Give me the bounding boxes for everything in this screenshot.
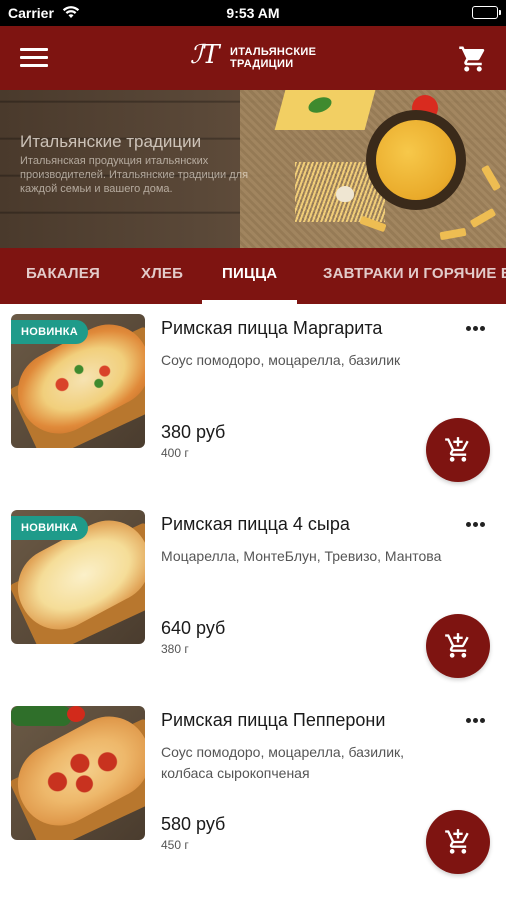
- new-badge: НОВИНКА: [11, 516, 89, 540]
- more-options-button[interactable]: [462, 516, 488, 538]
- clock: 9:53 AM: [226, 5, 280, 21]
- logo-text: ИТАЛЬЯНСКИЕ ТРАДИЦИИ: [230, 46, 316, 70]
- tab-grocery[interactable]: БАКАЛЕЯ: [26, 248, 100, 304]
- product-description: Соус помодоро, моцарелла, базилик: [161, 352, 401, 368]
- product-price: 640 руб: [161, 618, 226, 638]
- more-horizontal-icon: [465, 516, 486, 533]
- product-image[interactable]: [11, 706, 145, 840]
- product-list: НОВИНКА Римская пицца Маргарита Соус пом…: [0, 304, 506, 900]
- tab-pizza[interactable]: ПИЦЦА: [201, 248, 298, 304]
- app-header: ℐT ИТАЛЬЯНСКИЕ ТРАДИЦИИ: [0, 26, 506, 90]
- add-to-cart-button[interactable]: [426, 614, 490, 678]
- hero-banner[interactable]: Итальянские традиции Итальянская продукц…: [0, 90, 506, 248]
- hero-title: Итальянские традиции: [20, 132, 202, 151]
- cart-button[interactable]: [458, 44, 488, 74]
- menu-button[interactable]: [20, 48, 48, 70]
- product-name[interactable]: Римская пицца Пепперони: [161, 710, 451, 731]
- logo-mark: ℐT: [190, 40, 220, 70]
- logo-text-line1: ИТАЛЬЯНСКИЕ: [230, 46, 317, 58]
- product-card[interactable]: НОВИНКА Римская пицца 4 сыра Моцарелла, …: [0, 510, 506, 706]
- product-name[interactable]: Римская пицца Маргарита: [161, 318, 451, 339]
- garlic-image: [336, 186, 354, 202]
- more-options-button[interactable]: [462, 712, 488, 734]
- add-to-cart-icon: [445, 633, 469, 658]
- product-weight: 450 г: [161, 838, 189, 852]
- product-description: Соус помодоро, моцарелла, базилик, колба…: [161, 744, 405, 781]
- product-price: 580 руб: [161, 814, 226, 834]
- product-card[interactable]: Римская пицца Пепперони Соус помодоро, м…: [0, 706, 506, 900]
- category-tabs: БАКАЛЕЯ ХЛЕБ ПИЦЦА ЗАВТРАКИ И ГОРЯЧИЕ БЛ…: [0, 248, 506, 304]
- add-to-cart-icon: [445, 437, 469, 462]
- pasta-bowl-image: [366, 110, 466, 210]
- product-weight: 380 г: [161, 642, 189, 656]
- add-to-cart-button[interactable]: [426, 418, 490, 482]
- product-price: 380 руб: [161, 422, 226, 442]
- new-badge: НОВИНКА: [11, 320, 89, 344]
- more-horizontal-icon: [465, 320, 486, 337]
- hero-text: Итальянская продукция итальянских произв…: [20, 155, 249, 195]
- product-weight: 400 г: [161, 446, 189, 460]
- status-bar: Carrier 9:53 AM: [0, 0, 506, 26]
- product-name[interactable]: Римская пицца 4 сыра: [161, 514, 451, 535]
- brand-logo[interactable]: ℐT ИТАЛЬЯНСКИЕ ТРАДИЦИИ: [190, 40, 330, 76]
- add-to-cart-icon: [445, 829, 469, 854]
- add-to-cart-button[interactable]: [426, 810, 490, 874]
- cart-icon: [459, 46, 485, 72]
- hamburger-icon-line: [20, 56, 48, 59]
- hamburger-icon-line: [20, 64, 48, 67]
- more-horizontal-icon: [465, 712, 486, 729]
- product-description: Моцарелла, МонтеБлун, Тревизо, Мантова: [161, 548, 442, 564]
- logo-text-line2: ТРАДИЦИИ: [230, 58, 294, 70]
- battery-icon: [472, 6, 501, 19]
- product-card[interactable]: НОВИНКА Римская пицца Маргарита Соус пом…: [0, 314, 506, 510]
- more-options-button[interactable]: [462, 320, 488, 342]
- tab-breakfast-hot-dishes[interactable]: ЗАВТРАКИ И ГОРЯЧИЕ БЛЮДА: [323, 248, 506, 304]
- hamburger-icon-line: [20, 48, 48, 51]
- tab-bread[interactable]: ХЛЕБ: [141, 248, 183, 304]
